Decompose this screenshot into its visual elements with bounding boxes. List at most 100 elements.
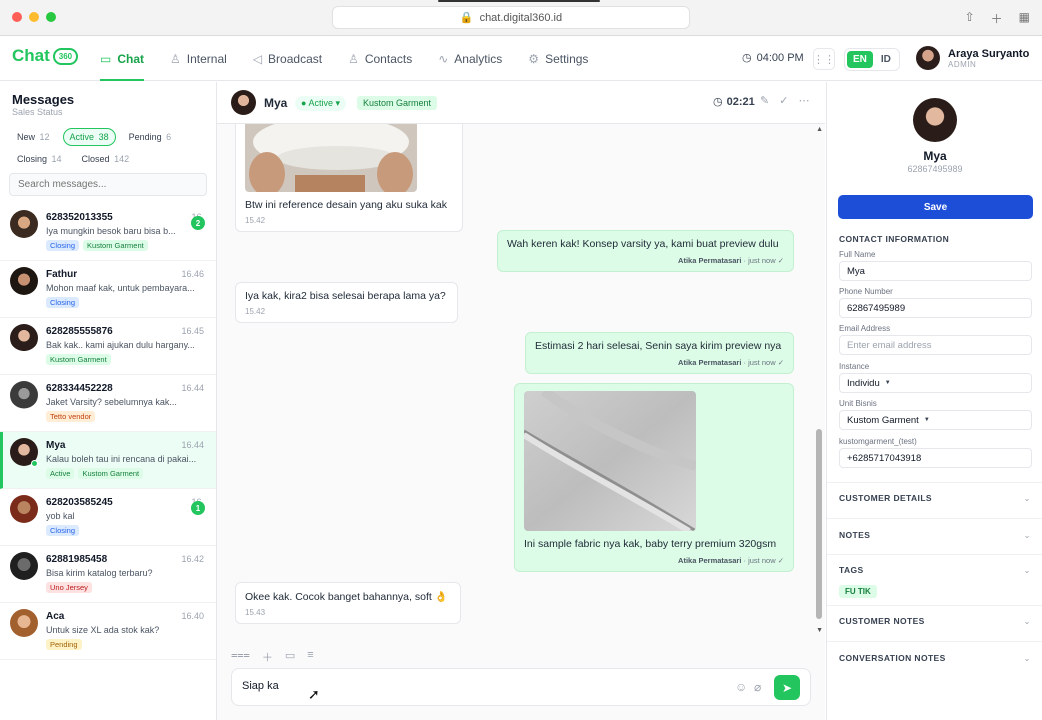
divider	[827, 605, 1042, 606]
lock-icon: 🔒	[459, 12, 474, 24]
section-notes[interactable]: NOTES ⌄	[839, 530, 1031, 541]
conversation-name: Aca	[46, 611, 65, 622]
session-timer: ◷ 02:21	[713, 95, 755, 109]
email-field[interactable]: Enter email address	[839, 335, 1032, 355]
list-item[interactable]: 628203585245 16. 1 yob kal Closing	[0, 489, 216, 546]
messages-title: Messages	[12, 92, 75, 107]
chat-icon: ▭	[100, 51, 112, 66]
section-customer-notes[interactable]: CUSTOMER NOTES ⌄	[839, 616, 1031, 627]
filter-closed[interactable]: Closed 142	[75, 150, 137, 168]
list-item[interactable]: 628285555876 16.45 Bak kak.. kami ajukan…	[0, 318, 216, 375]
send-button[interactable]: ➤	[774, 675, 800, 700]
lang-id-button[interactable]: ID	[875, 51, 897, 68]
select-value: Individu	[847, 377, 880, 389]
scroll-up-arrow[interactable]: ▲	[816, 126, 823, 133]
new-tab-icon[interactable]: ＋	[991, 10, 1003, 27]
contact-name: Mya	[923, 149, 947, 163]
plus-icon[interactable]: ＋	[262, 649, 273, 665]
list-item[interactable]: Fathur 16.46 Mohon maaf kak, untuk pemba…	[0, 261, 216, 318]
message-meta: Atika Permatasari · just now ✓	[678, 256, 784, 265]
list-item[interactable]: Aca 16.40 Untuk size XL ada stok kak? Pe…	[0, 603, 216, 660]
filter-closing[interactable]: Closing 14	[10, 150, 69, 168]
contact-tag[interactable]: FU TIK	[839, 585, 877, 598]
message-when: just now	[748, 556, 776, 565]
chat-actions: ✎ ✓ ⋯	[760, 94, 809, 107]
scroll-down-arrow[interactable]: ▼	[816, 627, 823, 634]
clock-icon: ◷	[742, 52, 752, 64]
phone-field[interactable]: 62867495989	[839, 298, 1032, 318]
list-item[interactable]: 628352013355 16. 2 Iya mungkin besok bar…	[0, 204, 216, 261]
message-image[interactable]	[245, 124, 417, 192]
instance-select[interactable]: Individu ▼	[839, 373, 1032, 393]
close-window-button[interactable]	[12, 12, 22, 22]
nav-internal[interactable]: ♙ Internal	[170, 36, 227, 81]
contact-phone: 62867495989	[907, 164, 963, 174]
emoji-icon[interactable]: ☺	[735, 680, 747, 694]
maximize-window-button[interactable]	[46, 12, 56, 22]
conversation-time: 16.45	[181, 326, 204, 336]
conversation-preview: Jaket Varsity? sebelumnya kak...	[46, 397, 177, 407]
section-conversation-notes[interactable]: CONVERSATION NOTES ⌄	[839, 653, 1031, 664]
main-nav: ▭ Chat ♙ Internal ◁ Broadcast ♙ Contacts ∿ An…	[100, 36, 588, 81]
app-header: Chat 360 ▭ Chat ♙ Internal ◁ Broadcast ♙ Con…	[0, 36, 1042, 81]
nav-analytics[interactable]: ∿ Analytics	[438, 36, 502, 81]
chat-header: Mya ● Active ▾ Kustom Garment ◷ 02:21 ✎ ✓…	[217, 82, 825, 124]
conversation-time: 16.42	[181, 554, 204, 564]
lang-en-button[interactable]: EN	[847, 51, 873, 68]
message-image[interactable]	[524, 391, 696, 531]
section-customer-details[interactable]: CUSTOMER DETAILS ⌄	[839, 493, 1031, 504]
custom-phone-field[interactable]: +6285717043918	[839, 448, 1032, 468]
tabs-overview-icon[interactable]: ▦	[1019, 10, 1030, 27]
send-icon: ◁	[252, 51, 263, 66]
save-button[interactable]: Save	[838, 195, 1033, 219]
list-icon[interactable]: ≡	[307, 649, 313, 665]
conversation-sidebar: Messages Sales Status New 12 Active 38 P…	[0, 82, 217, 720]
more-icon[interactable]: ⋯	[798, 94, 809, 107]
apps-grid-button[interactable]: ⋮⋮	[813, 48, 835, 70]
nav-settings[interactable]: ⚙ Settings	[528, 36, 588, 81]
section-tags[interactable]: TAGS ⌄	[839, 565, 1031, 576]
double-check-icon: ✓	[777, 256, 784, 265]
message-text: Ini sample fabric nya kak, baby terry pr…	[524, 538, 777, 550]
nav-broadcast[interactable]: ◁ Broadcast	[253, 36, 322, 81]
field-label: Unit Bisnis	[839, 399, 877, 408]
nav-analytics-label: Analytics	[454, 51, 503, 66]
conversation-name: 628352013355	[46, 212, 113, 223]
user-menu[interactable]: Araya Suryanto ADMIN	[916, 46, 1029, 70]
chat-tag: Kustom Garment	[357, 96, 438, 110]
list-item[interactable]: 62881985458 16.42 Bisa kirim katalog ter…	[0, 546, 216, 603]
status-badge: Closing	[46, 240, 80, 251]
filter-icon[interactable]: ⩶	[231, 649, 250, 665]
list-item[interactable]: Mya 16.44 Kalau boleh tau ini rencana di…	[0, 432, 216, 489]
app-logo[interactable]: Chat 360	[12, 46, 79, 66]
unit-bisnis-select[interactable]: Kustom Garment ▼	[839, 410, 1032, 430]
contact-panel: Mya 62867495989 Save CONTACT INFORMATION…	[826, 82, 1042, 720]
list-item[interactable]: 628334452228 16.44 Jaket Varsity? sebelu…	[0, 375, 216, 432]
scrollbar-thumb[interactable]	[816, 429, 822, 619]
section-label: CUSTOMER NOTES	[839, 616, 925, 626]
section-title: CONTACT INFORMATION	[839, 234, 950, 244]
user-icon: ♙	[170, 51, 181, 66]
filter-pending[interactable]: Pending 6	[122, 128, 179, 146]
section-label: TAGS	[839, 565, 864, 575]
filter-active[interactable]: Active 38	[62, 128, 116, 146]
nav-chat[interactable]: ▭ Chat	[100, 36, 145, 81]
comment-icon[interactable]: ▭	[285, 649, 295, 665]
divider	[827, 554, 1042, 555]
browser-actions: ⇧ ＋ ▦	[965, 10, 1030, 27]
attachment-icon[interactable]: ⌀	[754, 680, 761, 694]
share-icon[interactable]: ⇧	[965, 10, 975, 27]
edit-icon[interactable]: ✎	[760, 94, 769, 107]
nav-contacts[interactable]: ♙ Contacts	[348, 36, 412, 81]
filter-new[interactable]: New 12	[10, 128, 57, 146]
clock-icon: ◷	[713, 96, 723, 108]
address-bar[interactable]: 🔒 chat.digital360.id	[332, 6, 690, 29]
conversation-time: 16.44	[181, 440, 204, 450]
search-input[interactable]	[9, 173, 207, 196]
check-icon[interactable]: ✓	[779, 94, 788, 107]
full-name-field[interactable]: Mya	[839, 261, 1032, 281]
divider	[827, 641, 1042, 642]
conversation-name: Fathur	[46, 269, 78, 280]
status-badge[interactable]: ● Active ▾	[295, 96, 346, 111]
minimize-window-button[interactable]	[29, 12, 39, 22]
